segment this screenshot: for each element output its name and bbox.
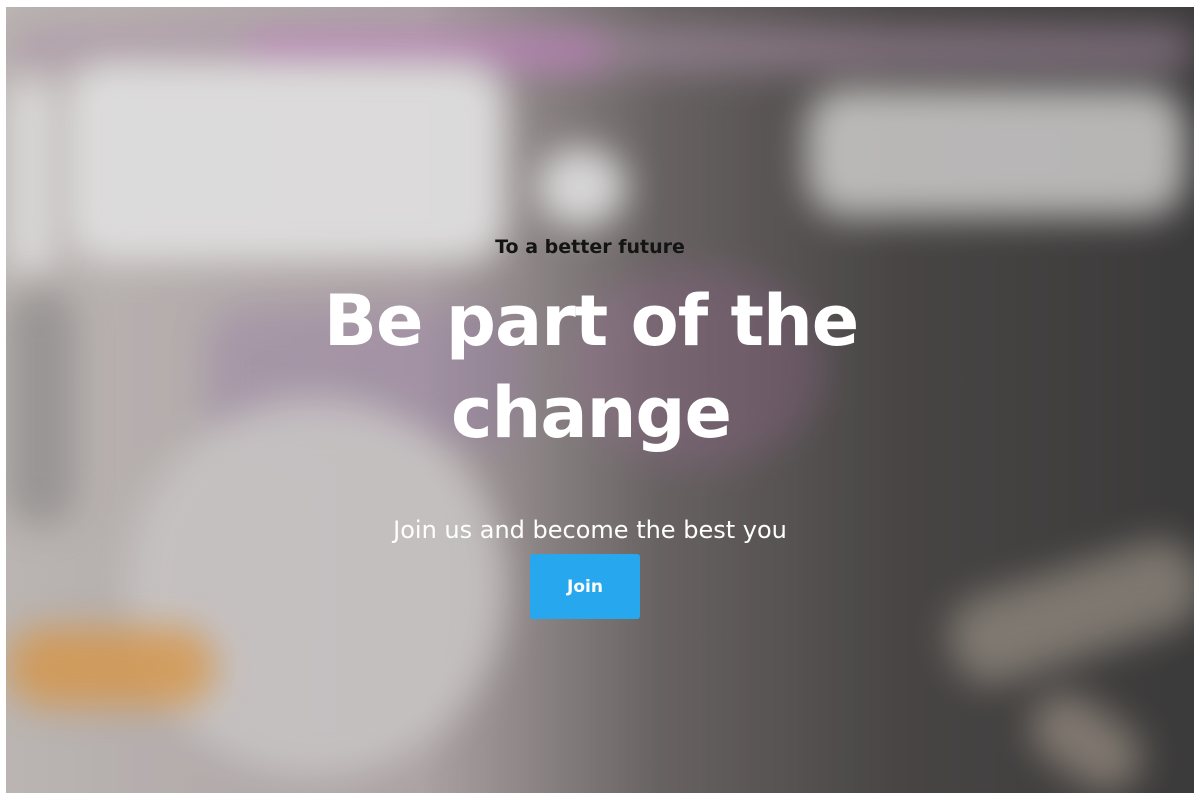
hero-content: To a better future Be part of the change… bbox=[6, 7, 1194, 793]
hero-headline: Be part of the change bbox=[323, 280, 860, 454]
join-button[interactable]: Join bbox=[530, 554, 640, 619]
hero-subtitle: Join us and become the best you bbox=[393, 516, 787, 544]
hero-section: To a better future Be part of the change… bbox=[6, 7, 1194, 793]
hero-eyebrow: To a better future bbox=[495, 236, 685, 258]
